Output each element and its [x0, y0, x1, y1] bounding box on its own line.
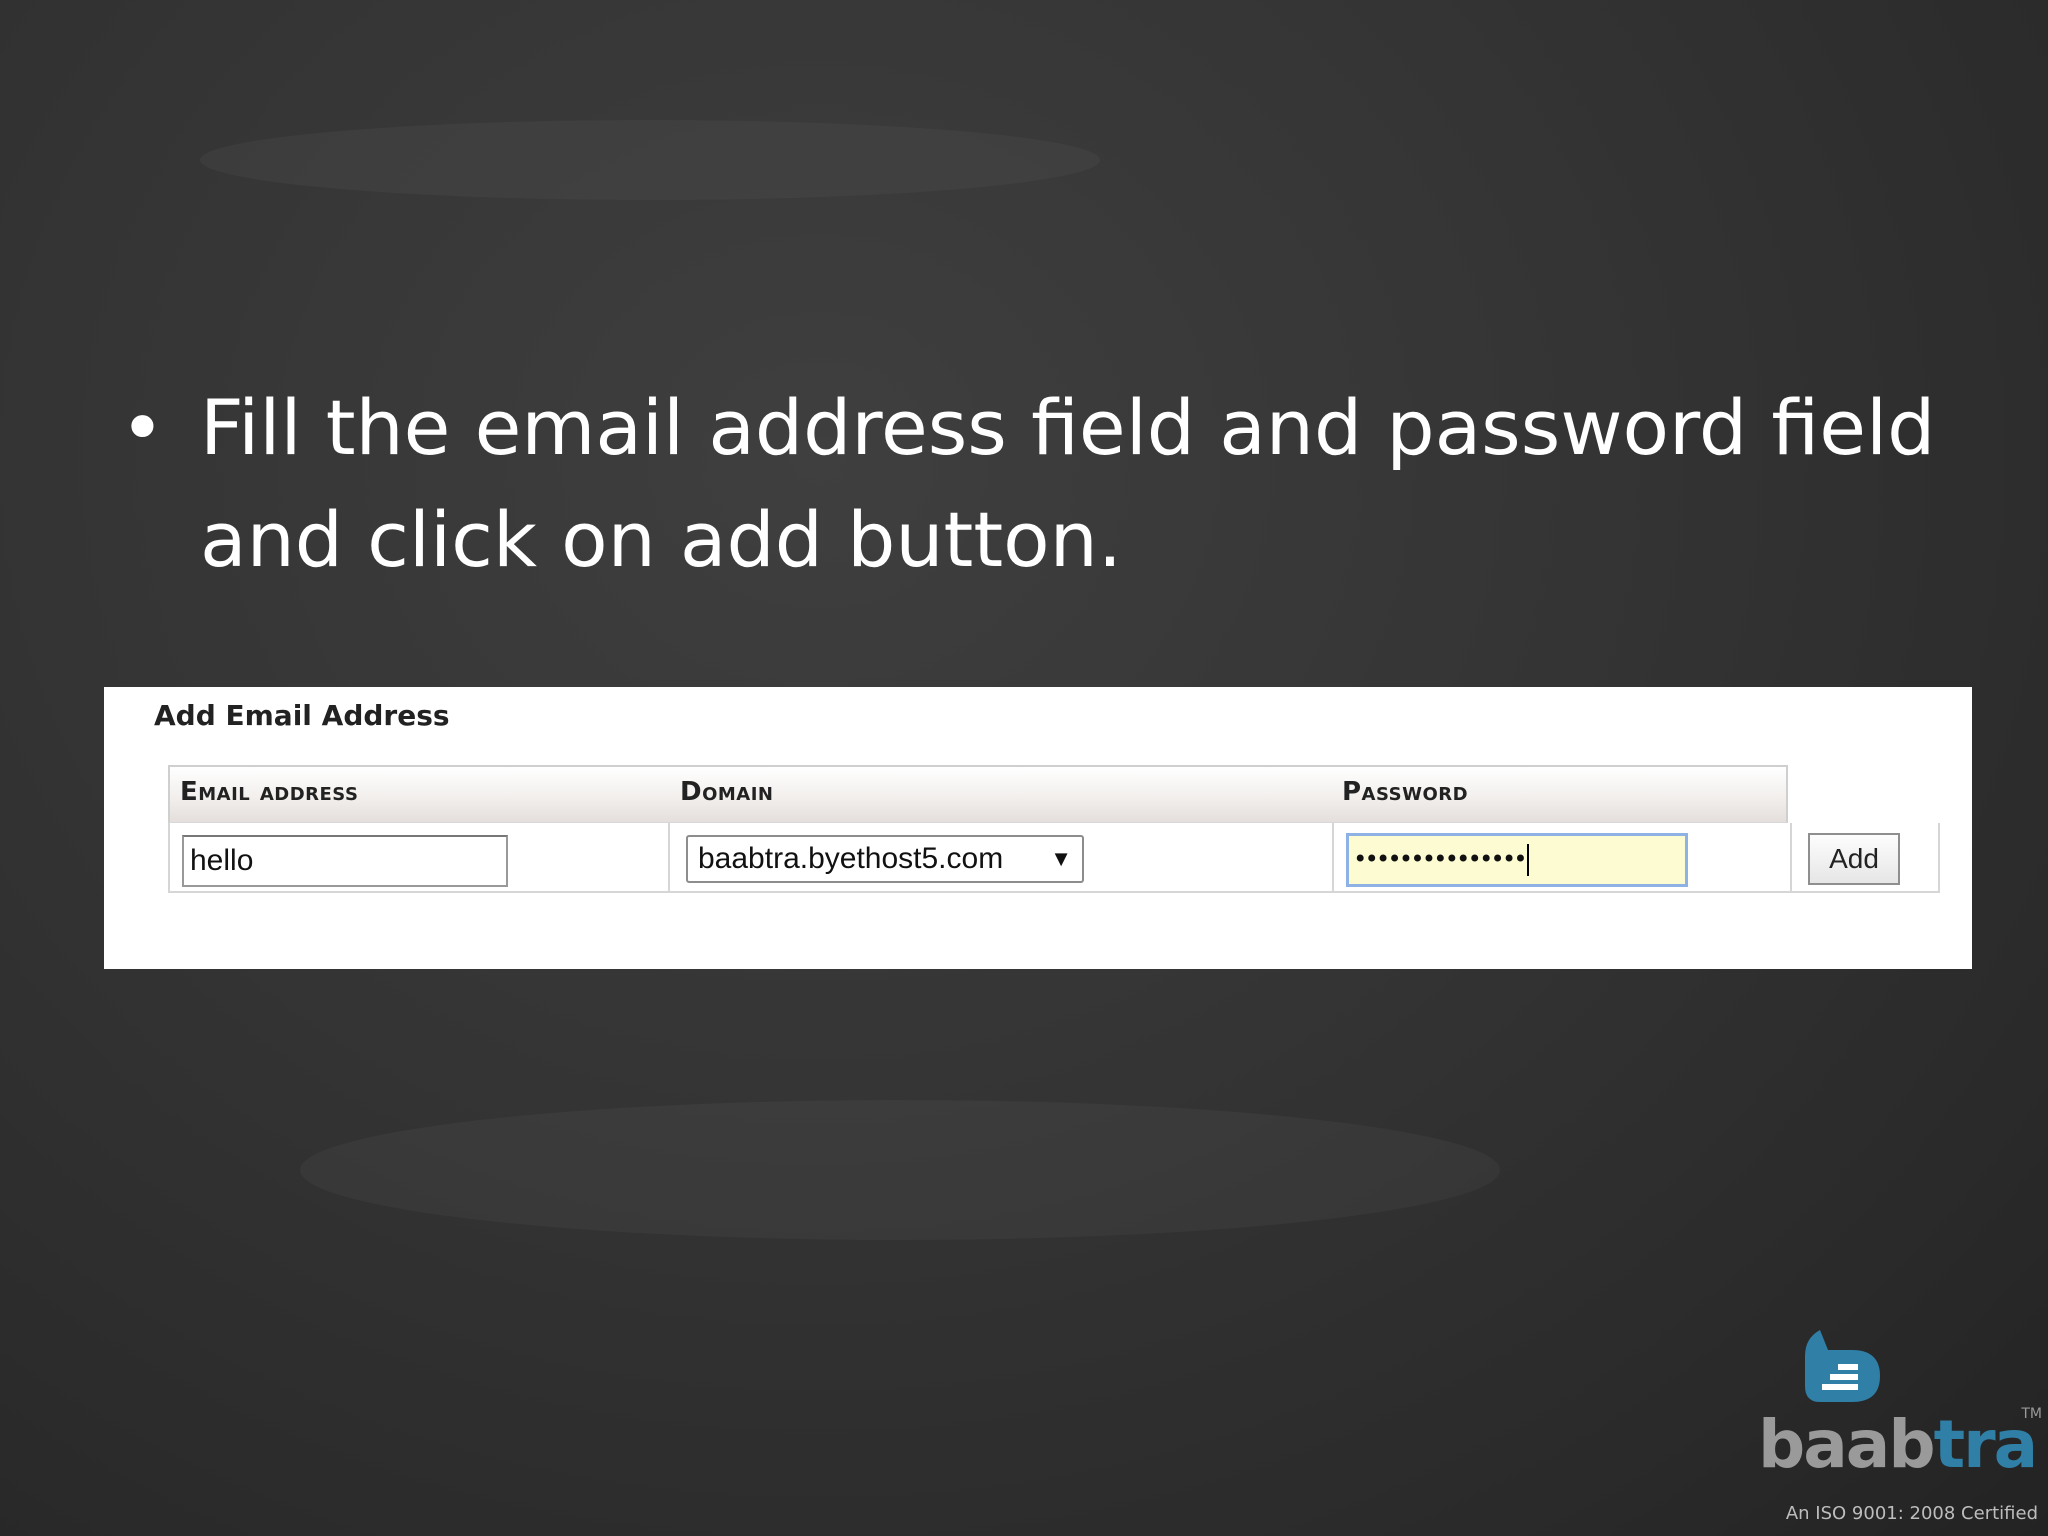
bullet-dot: •: [120, 383, 165, 472]
password-input[interactable]: •••••••••••••••: [1346, 833, 1688, 887]
baabtra-logo: baabtra TM: [1758, 1326, 2048, 1483]
add-email-panel: Add Email Address Email address Domain P…: [104, 687, 1972, 969]
chalk-streak: [300, 1100, 1500, 1240]
email-address-input[interactable]: hello: [182, 835, 508, 887]
iso-certification-text: An ISO 9001: 2008 Certified: [1785, 1503, 2038, 1524]
table-header-row: Email address Domain Password: [168, 765, 1788, 823]
password-masked-value: •••••••••••••••: [1353, 845, 1528, 873]
add-button[interactable]: Add: [1808, 833, 1900, 885]
trademark-mark: TM: [2021, 1406, 2042, 1422]
domain-selected-value: baabtra.byethost5.com: [698, 842, 1004, 875]
logo-wordmark: baabtra: [1758, 1406, 2038, 1483]
instruction-line-2: and click on add button.: [200, 495, 1122, 584]
instruction-bullet: • Fill the email address field and passw…: [120, 372, 1940, 596]
header-domain: Domain: [680, 777, 774, 807]
column-divider: [1790, 823, 1792, 891]
dropdown-arrow-icon: ▼: [1050, 846, 1072, 871]
text-cursor: [1526, 844, 1529, 876]
logo-emblem-icon: [1805, 1330, 1880, 1402]
domain-select[interactable]: baabtra.byethost5.com ▼: [686, 835, 1084, 883]
header-password: Password: [1342, 777, 1469, 807]
header-email-address: Email address: [180, 777, 359, 807]
instruction-line-1: Fill the email address field and passwor…: [200, 383, 1936, 472]
table-row: hello baabtra.byethost5.com ▼ ••••••••••…: [168, 823, 1940, 893]
chalk-streak: [200, 120, 1100, 200]
column-divider: [1332, 823, 1334, 891]
panel-title: Add Email Address: [154, 699, 450, 732]
column-divider: [668, 823, 670, 891]
email-form-table: Email address Domain Password hello baab…: [168, 765, 1940, 893]
logo-wordmark-part1: baab: [1758, 1406, 1936, 1483]
